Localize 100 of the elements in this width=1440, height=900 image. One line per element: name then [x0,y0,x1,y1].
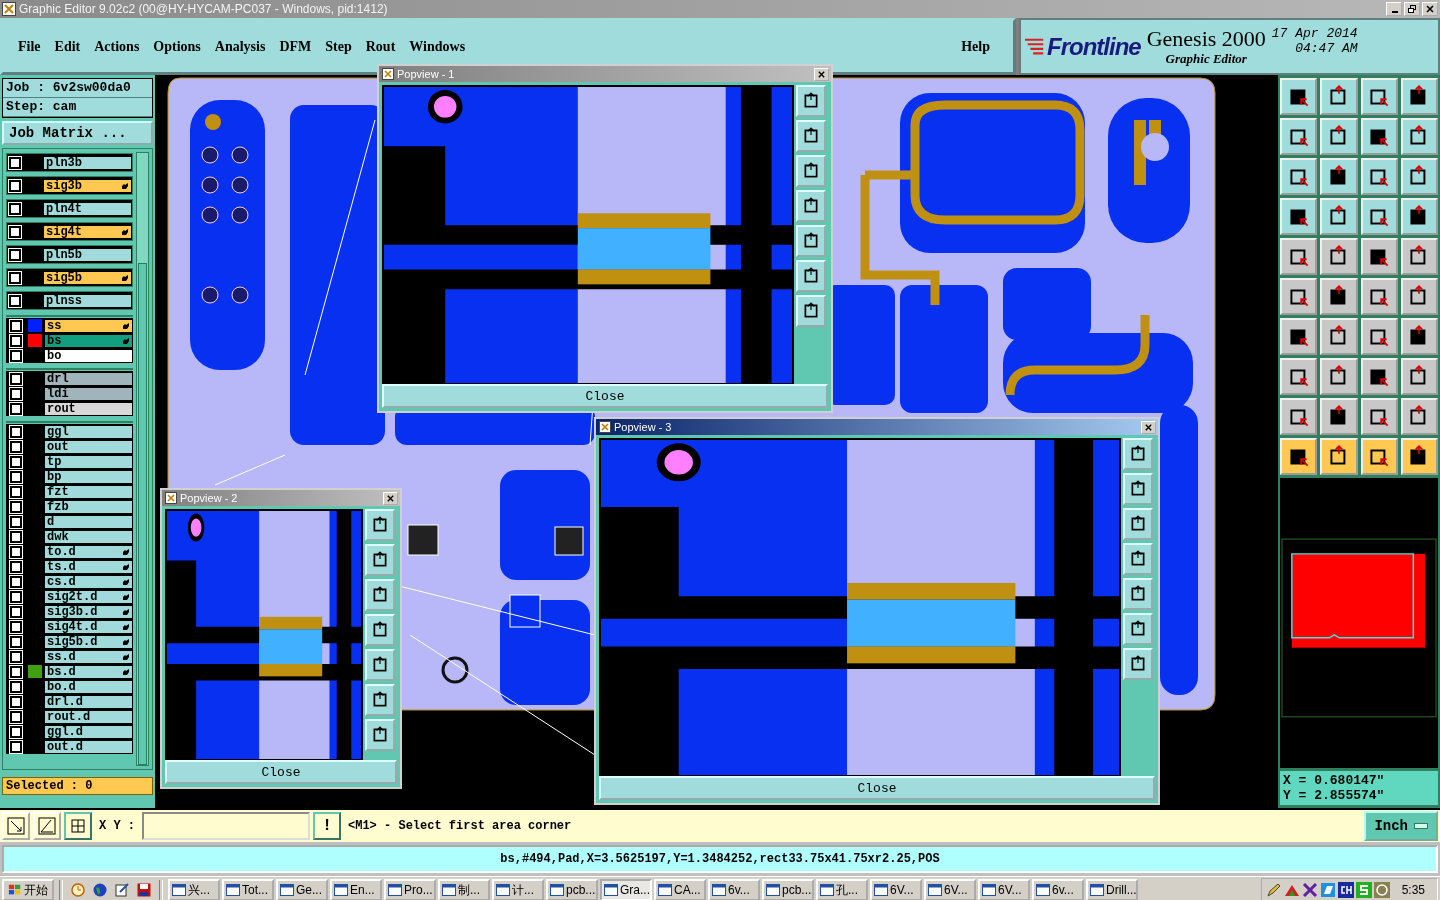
view-tool-button[interactable] [365,649,395,681]
help-menu[interactable]: Help [956,36,995,57]
view-tool-button[interactable] [365,579,395,611]
units-button[interactable]: Inch [1364,811,1438,841]
tool-button[interactable] [1400,438,1438,475]
layer-checkbox[interactable] [10,402,22,415]
layer-checkbox[interactable] [10,334,22,347]
layer-name[interactable]: fzb [44,499,133,514]
layer-checkbox[interactable] [10,425,22,438]
taskbar-button[interactable]: En... [330,879,382,900]
taskbar-button[interactable]: Pro... [384,879,436,900]
layer-name[interactable]: drl.d [44,694,133,709]
layer-name[interactable]: dwk [44,529,133,544]
menu-item[interactable]: Analysis [209,36,271,57]
layer-name[interactable]: bs.d [44,664,133,679]
tool-button[interactable] [1360,278,1398,315]
layer-name[interactable]: ldi [44,386,133,401]
tool-button[interactable] [1320,238,1358,275]
layer-checkbox[interactable] [10,575,22,588]
tool-button[interactable] [1360,398,1398,435]
layer-name[interactable]: pln4t [43,201,132,216]
layer-name[interactable]: d [44,514,133,529]
alert-button[interactable]: ! [313,812,341,840]
layer-checkbox[interactable] [9,179,21,192]
view-tool-button[interactable] [365,614,395,646]
tool-button[interactable] [1320,438,1358,475]
globe-icon[interactable] [92,882,108,898]
layer-checkbox[interactable] [10,710,22,723]
view-tool-button[interactable] [365,509,395,541]
layer-checkbox[interactable] [9,225,21,238]
layer-checkbox[interactable] [10,590,22,603]
menu-item[interactable]: DFM [274,36,317,57]
taskbar-button[interactable]: 6v... [708,879,760,900]
taskbar-button[interactable]: 6v... [1032,879,1084,900]
taskbar-button[interactable]: pcb... [546,879,598,900]
layer-checkbox[interactable] [10,372,22,385]
view-tool-button[interactable] [796,225,826,257]
layer-checkbox[interactable] [10,515,22,528]
tool-button[interactable] [1360,318,1398,355]
restore-button[interactable] [1404,2,1420,16]
menu-item[interactable]: Edit [49,36,86,57]
layer-checkbox[interactable] [10,560,22,573]
view-tool-button[interactable] [796,120,826,152]
taskbar-button[interactable]: 6V... [870,879,922,900]
tool-button[interactable] [1280,358,1318,395]
layer-checkbox[interactable] [10,680,22,693]
tool-button[interactable] [1400,358,1438,395]
taskbar-button[interactable]: 6V... [978,879,1030,900]
layer-checkbox[interactable] [9,271,21,284]
keyboard-language-icon[interactable] [1337,882,1354,898]
tool-button[interactable] [1320,78,1358,115]
tool-button[interactable] [1400,278,1438,315]
layer-name[interactable]: to.d [44,544,133,559]
layer-checkbox[interactable] [10,695,22,708]
notepad-icon[interactable] [114,882,130,898]
layer-checkbox[interactable] [10,725,22,738]
layer-checkbox[interactable] [10,319,22,332]
coordinate-input[interactable] [142,812,310,840]
tool-button[interactable] [1320,278,1358,315]
layer-checkbox[interactable] [10,470,22,483]
view-tool-button[interactable] [365,719,395,751]
tool-button[interactable] [1400,398,1438,435]
layer-name[interactable]: out.d [44,739,133,754]
tool-button[interactable] [1320,398,1358,435]
view-tool-button[interactable] [796,260,826,292]
layer-name[interactable]: sig2t.d [44,589,133,604]
tool-button[interactable] [1320,318,1358,355]
layer-checkbox[interactable] [10,530,22,543]
layer-name[interactable]: ts.d [44,559,133,574]
tool-button[interactable] [1280,278,1318,315]
menu-item[interactable]: Rout [360,36,401,57]
tool-button[interactable] [1360,438,1398,475]
tool-button[interactable] [1280,318,1318,355]
view-tool-button[interactable] [1123,613,1153,645]
tool-button[interactable] [1360,158,1398,195]
close-button[interactable]: Close [165,760,397,784]
grid-button[interactable] [64,812,92,840]
taskbar-button[interactable]: 6V... [924,879,976,900]
layer-name[interactable]: sig5b.d [44,634,133,649]
layer-checkbox[interactable] [10,650,22,663]
tool-button[interactable] [1320,198,1358,235]
tool-button[interactable] [1400,158,1438,195]
menu-item[interactable]: Windows [404,36,471,57]
tool-button[interactable] [1280,238,1318,275]
layer-name[interactable]: ss.d [44,649,133,664]
cross-icon[interactable] [1301,882,1318,898]
menu-item[interactable]: Actions [89,36,145,57]
tool-button[interactable] [1280,198,1318,235]
layer-name[interactable]: sig3b.d [44,604,133,619]
layer-name[interactable]: bo [44,348,133,363]
layer-checkbox[interactable] [10,455,22,468]
tool-button[interactable] [1360,78,1398,115]
view-tool-button[interactable] [1123,578,1153,610]
view-tool-button[interactable] [796,295,826,327]
close-button[interactable] [1141,420,1156,434]
view-tool-button[interactable] [796,155,826,187]
tool-button[interactable] [1400,198,1438,235]
tool-button[interactable] [1280,78,1318,115]
tool-button[interactable] [1400,238,1438,275]
tool-button[interactable] [1280,158,1318,195]
